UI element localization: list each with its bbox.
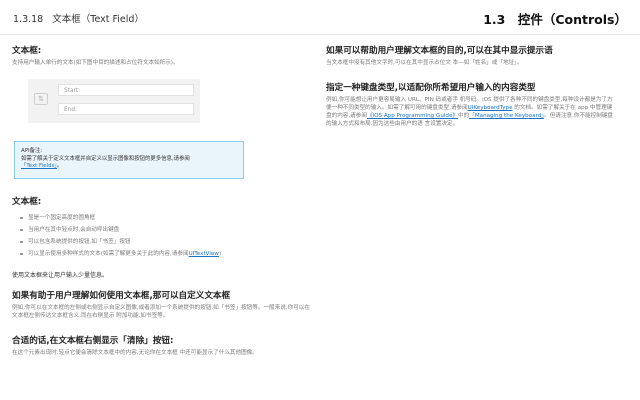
features-title: 文本框: [12, 197, 42, 207]
start-field: Start: [58, 84, 194, 96]
swap-arrows-icon: ⇅ [34, 93, 48, 105]
managing-keyboard-link[interactable]: 「Managing the Keyboard」 [469, 113, 544, 119]
text-fields-link[interactable]: 「Text Fields」 [21, 163, 57, 169]
api-note-end: 。 [56, 163, 63, 169]
list-item: 当用户在其中轻点时,会自动呼出键盘 [20, 224, 312, 236]
api-note-title: API备注: [21, 148, 43, 154]
api-note-body: 如需了解关于定义文本框并自定义以显示图像和按钮的更多信息,请参阅 [21, 155, 190, 162]
keyboard-text-part3: 中的 [458, 113, 470, 119]
hint-text: 当文本框中没有其他文字时,可以在其中显示占位文 本—如「姓名」或「地址」。 [326, 60, 523, 66]
custom-title: 如果有助于用户理解如何使用文本框,那可以自定义文本框 [12, 291, 231, 301]
list-item: 可以显示使用多种样式的文本(如需了解更多关于此的内容,请参阅UITextView… [20, 248, 312, 260]
list-item-end: ) [218, 251, 222, 257]
section-number: 1.3.18 [13, 14, 44, 25]
left-column: 文本框: 支持用户输入单行的文本(如下图中目的描述和占位符文本如所示)。 ⇅ S… [12, 44, 312, 357]
chapter-title: 1.3 控件（Controls） [483, 12, 627, 27]
intro-title: 文本框: [12, 46, 42, 56]
features-list: 显是一个固定高度的圆角框 当用户在其中轻点时,会自动呼出键盘 可以包含系统提供的… [20, 212, 312, 260]
list-item: 可以包含系统提供的按钮,如「书签」按钮 [20, 236, 312, 248]
list-item-text: 可以显示使用多种样式的文本(如需了解更多关于此的内容,请参阅 [28, 251, 189, 257]
intro-text: 支持用户输入单行的文本(如下图中目的描述和占位符文本如所示)。 [12, 60, 179, 66]
right-column: 如果可以帮助用户理解文本框的目的,可以在其中显示提示语 当文本框中没有其他文字时… [326, 44, 616, 128]
clear-button-title: 合适的话,在文本框右侧显示「清除」按钮: [12, 336, 174, 346]
page-header: 1.3.18 文本框（Text Field） 1.3 控件（Controls） [0, 0, 640, 35]
summary-text: 使用文本框来让用户输入少量信息。 [12, 272, 109, 279]
uikeyboardtype-link[interactable]: UIKeyboardType [468, 105, 513, 111]
keyboard-text: 例如,你可能想让用户更容易输入 URL、PIN 码或者手 机号码。iOS 提供了… [326, 96, 616, 128]
custom-text: 例如,你可以在文本框的左侧或右侧显示自定义图像,或者添加一个系统提供的按钮,如「… [12, 305, 310, 319]
keyboard-title: 指定一种键盘类型,以适配你所希望用户输入的内容类型 [326, 83, 536, 93]
section-heading: 1.3.18 文本框（Text Field） [13, 11, 144, 25]
list-item: 显是一个固定高度的圆角框 [20, 212, 312, 224]
api-note: API备注: 如需了解关于定义文本框并自定义以显示图像和按钮的更多信息,请参阅 … [14, 141, 244, 179]
programming-guide-link[interactable]: 《iOS App Programming Guide》 [367, 113, 458, 119]
api-note-text: 如需了解关于定义文本框并自定义以显示图像和按钮的更多信息,请参阅 「Text F… [21, 156, 237, 171]
hint-title: 如果可以帮助用户理解文本框的目的,可以在其中显示提示语 [326, 46, 553, 56]
end-field: End: [58, 103, 194, 115]
text-field-example-image: ⇅ Start: End: [28, 79, 200, 123]
section-title: 文本框（Text Field） [52, 14, 144, 25]
clear-button-text: 在这个元素出现时,轻点它便会清除文本框中的内容,无论你在文本框 中还可能显示了什… [12, 350, 258, 356]
uitextview-link[interactable]: UITextView [189, 251, 219, 257]
